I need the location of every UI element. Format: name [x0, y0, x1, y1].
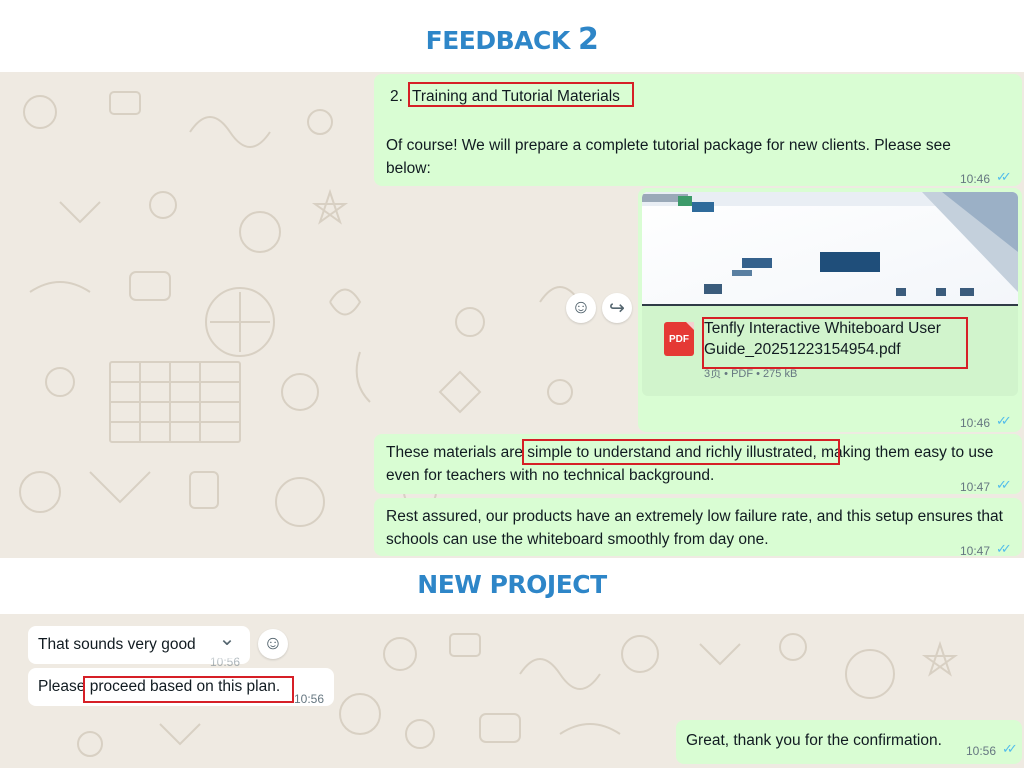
- forward-icon: ↪: [609, 297, 625, 319]
- document-preview-thumbnail[interactable]: [642, 192, 1018, 306]
- message-body: Great, thank you for the confirmation.: [686, 732, 942, 749]
- outgoing-document-message[interactable]: PDF Tenfly Interactive Whiteboard User G…: [638, 188, 1022, 432]
- read-ticks-icon: ✓✓: [996, 413, 1012, 428]
- incoming-message-sounds-good[interactable]: That sounds very good 10:56 ⌄: [28, 626, 250, 669]
- message-time: 10:56: [966, 744, 997, 758]
- message-text-highlighted: simple to understand and richly illustra…: [527, 444, 817, 461]
- read-ticks-icon: ✓✓: [1002, 741, 1018, 756]
- list-number: 2.: [390, 88, 403, 105]
- forward-button[interactable]: ↪: [602, 293, 632, 323]
- outgoing-message-failure-rate[interactable]: Rest assured, our products have an extre…: [374, 498, 1022, 558]
- chat-panel-new-project[interactable]: That sounds very good 10:56 ⌄ ☺ Please p…: [0, 614, 1024, 768]
- document-card[interactable]: PDF Tenfly Interactive Whiteboard User G…: [642, 306, 1018, 396]
- pdf-icon-label: PDF: [669, 333, 689, 345]
- document-file-name[interactable]: Tenfly Interactive Whiteboard User Guide…: [704, 318, 962, 360]
- emoji-icon: ☺: [571, 297, 591, 318]
- outgoing-message-confirmation[interactable]: Great, thank you for the confirmation. 1…: [676, 720, 1022, 764]
- document-preview-image: [642, 192, 1018, 306]
- message-time: 10:47: [960, 480, 991, 494]
- message-time: 10:56: [294, 692, 325, 706]
- message-body: These materials are simple to understand…: [386, 441, 1006, 487]
- read-ticks-icon: ✓✓: [996, 477, 1012, 492]
- message-time: 10:47: [960, 544, 991, 558]
- feedback-heading-word: FEEDBACK: [425, 26, 571, 55]
- message-body: Please proceed based on this plan.: [38, 675, 280, 698]
- message-body: Rest assured, our products have an extre…: [386, 508, 1003, 548]
- read-ticks-icon: ✓✓: [996, 541, 1012, 556]
- pdf-file-icon: PDF: [664, 322, 694, 356]
- emoji-reaction-button[interactable]: ☺: [566, 293, 596, 323]
- emoji-reaction-button[interactable]: ☺: [258, 629, 288, 659]
- message-text-start: These materials are: [386, 444, 528, 461]
- list-title: Training and Tutorial Materials: [412, 88, 620, 105]
- message-body: That sounds very good: [38, 636, 196, 653]
- message-body: Of course! We will prepare a complete tu…: [386, 137, 951, 177]
- message-text-highlighted: proceed based on this plan.: [89, 678, 281, 695]
- message-time: 10:46: [960, 416, 991, 430]
- feedback-heading-number: 2: [577, 22, 599, 57]
- chat-panel-feedback[interactable]: 2. Training and Tutorial Materials Of co…: [0, 72, 1024, 558]
- read-ticks-icon: ✓✓: [996, 169, 1012, 184]
- message-text-start: Please: [38, 678, 90, 695]
- document-meta: 3页 • PDF • 275 kB: [704, 368, 798, 380]
- outgoing-message-training[interactable]: 2. Training and Tutorial Materials Of co…: [374, 74, 1022, 186]
- outgoing-message-materials[interactable]: These materials are simple to understand…: [374, 434, 1022, 494]
- chevron-down-icon: ⌄: [218, 628, 236, 650]
- new-project-heading: NEW PROJECT: [417, 570, 607, 599]
- emoji-icon: ☺: [263, 633, 283, 654]
- incoming-message-proceed[interactable]: Please proceed based on this plan. 10:56: [28, 668, 334, 706]
- feedback-heading: FEEDBACK 2: [0, 22, 1024, 57]
- message-menu-button[interactable]: ⌄: [210, 629, 244, 658]
